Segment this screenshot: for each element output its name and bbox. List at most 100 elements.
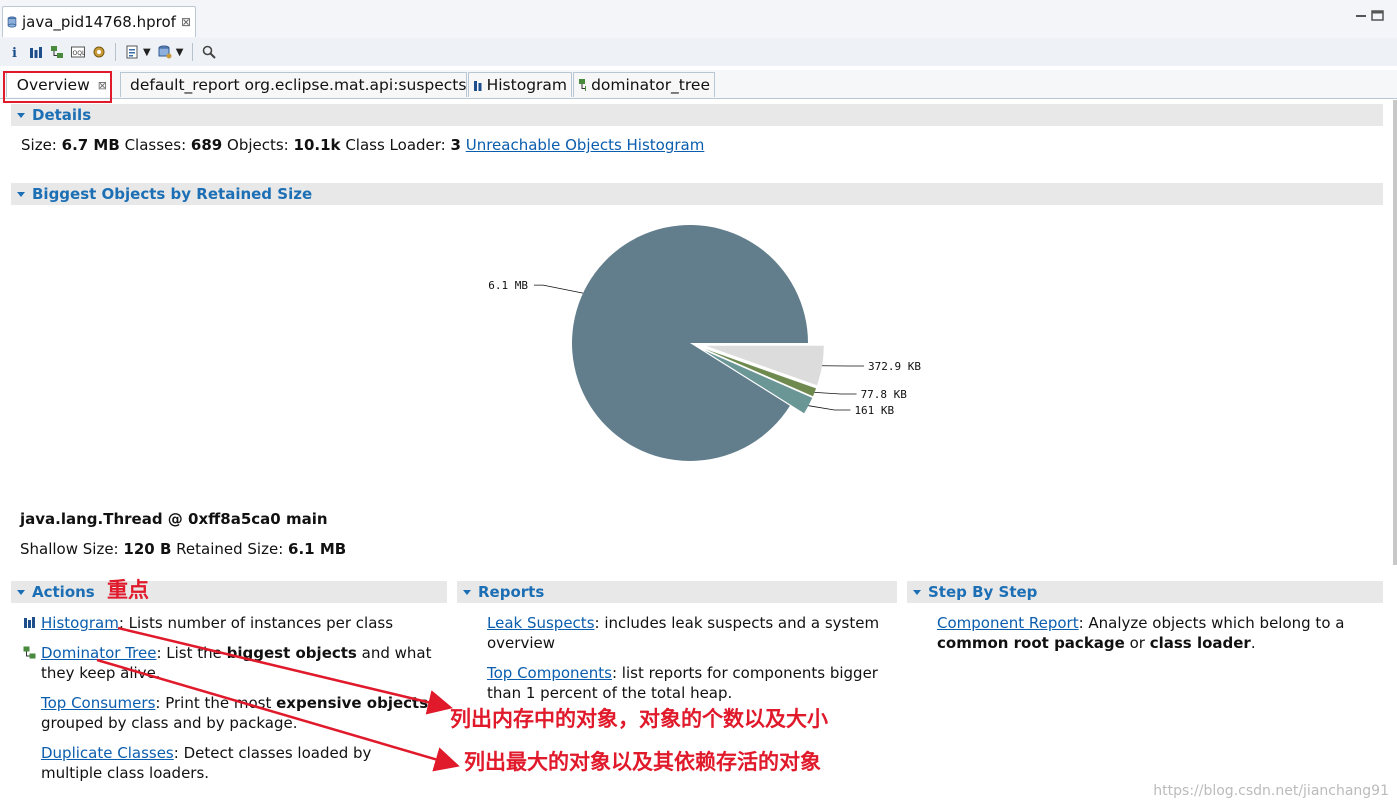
reports-section-header[interactable]: Reports bbox=[457, 581, 897, 603]
details-section-header[interactable]: Details bbox=[11, 104, 1383, 126]
action-top-consumers: Top Consumers: Print the most expensive … bbox=[23, 693, 433, 733]
chevron-down-icon[interactable]: ▼ bbox=[143, 47, 151, 58]
leak-suspects-link[interactable]: Leak Suspects bbox=[487, 614, 595, 632]
svg-text:OQL: OQL bbox=[73, 50, 86, 57]
component-description: : Analyze objects which belong to a bbox=[1078, 614, 1345, 632]
size-value: 6.7 MB bbox=[61, 136, 120, 154]
biggest-objects-section-header[interactable]: Biggest Objects by Retained Size bbox=[11, 183, 1383, 205]
heap-settings-icon[interactable] bbox=[92, 45, 106, 59]
histogram-description: : Lists number of instances per class bbox=[118, 614, 394, 632]
histogram-icon[interactable] bbox=[29, 45, 43, 59]
dominator-tree-icon[interactable] bbox=[50, 45, 64, 59]
actions-title: Actions bbox=[32, 583, 95, 601]
vertical-scrollbar[interactable] bbox=[1393, 100, 1397, 565]
pie-label-line-1 bbox=[534, 284, 584, 294]
watermark: https://blog.csdn.net/jianchang91 bbox=[1153, 783, 1389, 799]
chevron-down-icon[interactable]: ▼ bbox=[176, 47, 184, 58]
reports-title: Reports bbox=[478, 583, 545, 601]
collapse-triangle-icon bbox=[17, 191, 25, 197]
collapse-triangle-icon bbox=[463, 589, 471, 595]
dominator-description: : List the bbox=[156, 644, 227, 662]
oql-icon[interactable]: OQL bbox=[71, 45, 86, 59]
tab-dominator-tree[interactable]: dominator_tree bbox=[573, 72, 715, 97]
shallow-size-value: 120 B bbox=[123, 540, 172, 558]
tab-default-report-label: default_report org.eclipse.mat.api:suspe… bbox=[130, 76, 467, 94]
consumers-description-bold: expensive objects bbox=[276, 694, 429, 712]
component-description-or: or bbox=[1124, 634, 1150, 652]
minimize-maximize-icon[interactable] bbox=[1355, 10, 1385, 25]
histogram-icon bbox=[24, 617, 35, 628]
component-bold-package: common root package bbox=[937, 634, 1125, 652]
objects-value: 10.1k bbox=[293, 136, 341, 154]
search-icon[interactable] bbox=[202, 45, 217, 59]
pie-label-2: 372.9 KB bbox=[868, 360, 921, 373]
pie-slice-1 bbox=[572, 225, 808, 461]
tab-default-report[interactable]: default_report org.eclipse.mat.api:suspe… bbox=[120, 72, 467, 97]
class-loader-label: Class Loader: bbox=[345, 136, 446, 154]
toolbar: i OQL ▼ ▼ bbox=[0, 38, 1397, 66]
heap-dump-icon bbox=[7, 16, 17, 28]
unreachable-objects-link[interactable]: Unreachable Objects Histogram bbox=[466, 136, 705, 154]
retained-size-value: 6.1 MB bbox=[288, 540, 347, 558]
annotation-note-2: 列出最大的对象以及其依赖存活的对象 bbox=[464, 749, 821, 774]
component-report-link[interactable]: Component Report bbox=[937, 614, 1079, 632]
run-report-icon[interactable] bbox=[125, 45, 139, 59]
report-top-components: Top Components: list reports for compone… bbox=[487, 663, 887, 703]
report-leak-suspects: Leak Suspects: includes leak suspects an… bbox=[487, 613, 887, 653]
action-dominator-tree: Dominator Tree: List the biggest objects… bbox=[23, 643, 433, 683]
selected-object-sizes: Shallow Size: 120 B Retained Size: 6.1 M… bbox=[20, 540, 346, 558]
actions-section-header[interactable]: Actions bbox=[11, 581, 447, 603]
info-icon[interactable]: i bbox=[8, 45, 22, 61]
collapse-triangle-icon bbox=[913, 589, 921, 595]
tab-dominator-tree-label: dominator_tree bbox=[591, 76, 710, 94]
consumers-description: : Print the most bbox=[155, 694, 277, 712]
close-icon[interactable]: ⊠ bbox=[181, 15, 191, 29]
selected-object-name: java.lang.Thread @ 0xff8a5ca0 main bbox=[20, 510, 328, 528]
step-component-report: Component Report: Analyze objects which … bbox=[937, 613, 1357, 653]
details-title: Details bbox=[32, 106, 92, 124]
overview-highlight-box bbox=[3, 71, 112, 103]
shallow-size-label: Shallow Size: bbox=[20, 540, 119, 558]
retained-size-label: Retained Size: bbox=[176, 540, 284, 558]
pie-label-line-4 bbox=[808, 405, 851, 411]
collapse-triangle-icon bbox=[17, 112, 25, 118]
classes-value: 689 bbox=[190, 136, 223, 154]
svg-text:i: i bbox=[12, 46, 17, 59]
editor-tab-hprof[interactable]: java_pid14768.hprof ⊠ bbox=[2, 6, 196, 37]
histogram-link[interactable]: Histogram bbox=[41, 614, 119, 632]
editor-tab-strip: java_pid14768.hprof ⊠ bbox=[0, 0, 1397, 39]
toolbar-separator bbox=[192, 43, 194, 61]
pie-label-1: 6.1 MB bbox=[488, 279, 528, 292]
view-tab-strip: i Overview ⊠ default_report org.eclipse.… bbox=[0, 70, 1397, 99]
dominator-tree-icon bbox=[579, 79, 587, 91]
consumers-description-end: grouped by class and by package. bbox=[41, 714, 298, 732]
size-label: Size: bbox=[21, 136, 57, 154]
pie-label-4: 161 KB bbox=[854, 404, 894, 417]
query-browser-icon[interactable] bbox=[158, 45, 172, 59]
pie-label-3: 77.8 KB bbox=[861, 388, 908, 401]
step-by-step-title: Step By Step bbox=[928, 583, 1038, 601]
class-loader-value: 3 bbox=[450, 136, 461, 154]
action-histogram: Histogram: Lists number of instances per… bbox=[23, 613, 433, 633]
tab-histogram-label: Histogram bbox=[486, 76, 567, 94]
top-consumers-link[interactable]: Top Consumers bbox=[41, 694, 155, 712]
histogram-icon bbox=[474, 81, 482, 91]
component-description-end: . bbox=[1250, 634, 1256, 652]
component-bold-classloader: class loader bbox=[1149, 634, 1251, 652]
details-line: Size: 6.7 MB Classes: 689 Objects: 10.1k… bbox=[21, 136, 704, 154]
duplicate-classes-link[interactable]: Duplicate Classes bbox=[41, 744, 174, 762]
annotation-note-1: 列出内存中的对象，对象的个数以及大小 bbox=[450, 706, 828, 731]
retained-size-pie-chart: 6.1 MB372.9 KB77.8 KB161 KBTotal: 6.7 MB bbox=[488, 225, 921, 461]
action-duplicate-classes: Duplicate Classes: Detect classes loaded… bbox=[23, 743, 433, 783]
tab-histogram[interactable]: Histogram bbox=[468, 72, 572, 97]
important-annotation: 重点 bbox=[107, 577, 149, 602]
pie-label-line-3 bbox=[814, 391, 857, 395]
top-components-link[interactable]: Top Components bbox=[487, 664, 612, 682]
objects-label: Objects: bbox=[227, 136, 289, 154]
dominator-description-bold: biggest objects bbox=[226, 644, 357, 662]
collapse-triangle-icon bbox=[17, 589, 25, 595]
editor-tab-label: java_pid14768.hprof bbox=[21, 13, 176, 31]
step-by-step-section-header[interactable]: Step By Step bbox=[907, 581, 1383, 603]
classes-label: Classes: bbox=[124, 136, 187, 154]
dominator-tree-link[interactable]: Dominator Tree bbox=[41, 644, 156, 662]
